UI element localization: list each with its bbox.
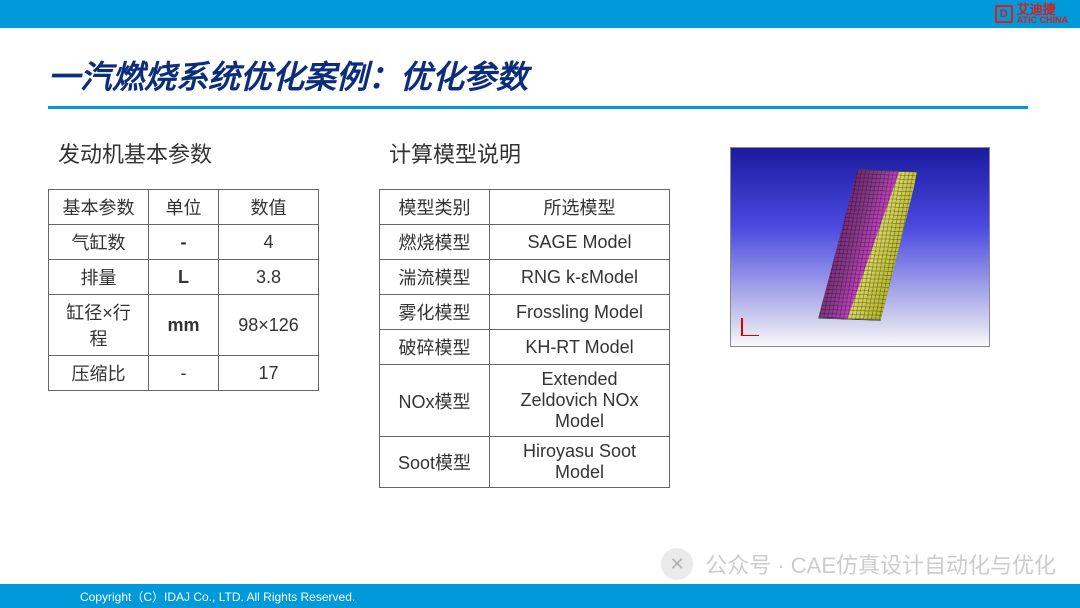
table-header-cell: 基本参数 bbox=[49, 190, 149, 225]
mesh-geometry bbox=[818, 169, 918, 321]
table-row: 缸径×行程 mm 98×126 bbox=[49, 295, 319, 356]
table-cell: Frossling Model bbox=[490, 295, 670, 330]
table-cell: L bbox=[149, 260, 219, 295]
table-cell: - bbox=[149, 356, 219, 391]
top-bar: D 艾迪捷 ATIC CHINA bbox=[0, 0, 1080, 28]
table-cell: 湍流模型 bbox=[380, 260, 490, 295]
watermark: ✕ 公众号 · CAE仿真设计自动化与优化 bbox=[661, 548, 1056, 580]
engine-params-section: 发动机基本参数 基本参数 单位 数值 气缸数 - 4 排量 L 3.8 缸径×行… bbox=[48, 137, 319, 488]
brand-name-en: ATIC CHINA bbox=[1017, 16, 1068, 25]
axis-gizmo-icon bbox=[741, 316, 761, 336]
table-cell: 破碎模型 bbox=[380, 330, 490, 365]
model-table: 模型类别 所选模型 燃烧模型 SAGE Model 湍流模型 RNG k-εMo… bbox=[379, 189, 670, 488]
table-cell: KH-RT Model bbox=[490, 330, 670, 365]
table-cell: 燃烧模型 bbox=[380, 225, 490, 260]
watermark-text: 公众号 · CAE仿真设计自动化与优化 bbox=[705, 548, 1056, 580]
table-cell: 气缸数 bbox=[49, 225, 149, 260]
table-cell: 压缩比 bbox=[49, 356, 149, 391]
table-cell: 3.8 bbox=[219, 260, 319, 295]
wechat-icon: ✕ bbox=[661, 548, 693, 580]
table-row: Soot模型 Hiroyasu Soot Model bbox=[380, 437, 670, 488]
engine-params-table: 基本参数 单位 数值 气缸数 - 4 排量 L 3.8 缸径×行程 mm 98×… bbox=[48, 189, 319, 391]
table-row: 破碎模型 KH-RT Model bbox=[380, 330, 670, 365]
table-cell: Extended Zeldovich NOx Model bbox=[490, 365, 670, 437]
table-cell: mm bbox=[149, 295, 219, 356]
table-header-cell: 模型类别 bbox=[380, 190, 490, 225]
table-cell: - bbox=[149, 225, 219, 260]
content-area: 发动机基本参数 基本参数 单位 数值 气缸数 - 4 排量 L 3.8 缸径×行… bbox=[0, 109, 1080, 488]
table-cell: 雾化模型 bbox=[380, 295, 490, 330]
mesh-render bbox=[730, 147, 990, 347]
model-heading: 计算模型说明 bbox=[379, 137, 670, 169]
table-row: 湍流模型 RNG k-εModel bbox=[380, 260, 670, 295]
brand-mark-icon: D bbox=[995, 5, 1013, 23]
engine-params-heading: 发动机基本参数 bbox=[48, 137, 319, 169]
table-header-row: 基本参数 单位 数值 bbox=[49, 190, 319, 225]
table-header-row: 模型类别 所选模型 bbox=[380, 190, 670, 225]
table-cell: 17 bbox=[219, 356, 319, 391]
table-cell: Hiroyasu Soot Model bbox=[490, 437, 670, 488]
visualization-section bbox=[730, 137, 990, 488]
table-cell: RNG k-εModel bbox=[490, 260, 670, 295]
table-cell: 排量 bbox=[49, 260, 149, 295]
table-row: NOx模型 Extended Zeldovich NOx Model bbox=[380, 365, 670, 437]
table-cell: Soot模型 bbox=[380, 437, 490, 488]
footer-bar: Copyright（C）IDAJ Co., LTD. All Rights Re… bbox=[0, 584, 1080, 608]
page-title: 一汽燃烧系统优化案例：优化参数 bbox=[0, 28, 1080, 106]
copyright-text: Copyright（C）IDAJ Co., LTD. All Rights Re… bbox=[80, 588, 355, 605]
table-header-cell: 单位 bbox=[149, 190, 219, 225]
table-header-cell: 数值 bbox=[219, 190, 319, 225]
brand-logo: D 艾迪捷 ATIC CHINA bbox=[995, 3, 1068, 25]
model-section: 计算模型说明 模型类别 所选模型 燃烧模型 SAGE Model 湍流模型 RN… bbox=[379, 137, 670, 488]
table-cell: NOx模型 bbox=[380, 365, 490, 437]
table-header-cell: 所选模型 bbox=[490, 190, 670, 225]
table-row: 气缸数 - 4 bbox=[49, 225, 319, 260]
table-row: 雾化模型 Frossling Model bbox=[380, 295, 670, 330]
table-cell: 缸径×行程 bbox=[49, 295, 149, 356]
table-row: 压缩比 - 17 bbox=[49, 356, 319, 391]
table-row: 燃烧模型 SAGE Model bbox=[380, 225, 670, 260]
table-cell: SAGE Model bbox=[490, 225, 670, 260]
table-cell: 98×126 bbox=[219, 295, 319, 356]
table-row: 排量 L 3.8 bbox=[49, 260, 319, 295]
table-cell: 4 bbox=[219, 225, 319, 260]
